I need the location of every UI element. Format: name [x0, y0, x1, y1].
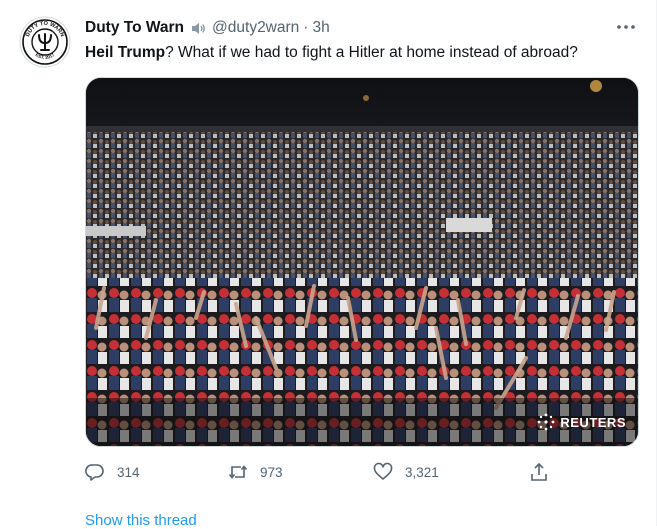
more-options-icon[interactable]: [614, 17, 638, 37]
show-thread-link[interactable]: Show this thread: [85, 512, 197, 529]
tweet-actions: 314 973 3,321: [85, 462, 639, 486]
retweet-icon: [228, 465, 248, 479]
tweet-header: Duty To Warn @duty2warn · 3h: [85, 17, 330, 39]
user-handle[interactable]: @duty2warn: [212, 19, 299, 37]
tweet-text: Heil Trump? What if we had to fight a Hi…: [85, 42, 578, 64]
tweet-text-rest: ? What if we had to fight a Hitler at ho…: [165, 44, 578, 61]
rally-crowd-photo: [86, 78, 638, 446]
separator-dot: ·: [303, 19, 309, 36]
display-name[interactable]: Duty To Warn: [85, 19, 184, 37]
duty-to-warn-logo-icon: DUTY TO WARN EST. 2017: [19, 16, 71, 68]
like-count: 3,321: [405, 464, 439, 480]
retweet-count: 973: [260, 464, 283, 480]
reply-button[interactable]: 314: [85, 462, 140, 482]
retweet-button[interactable]: 973: [228, 462, 283, 482]
share-button[interactable]: [529, 462, 561, 482]
tweet-text-bold: Heil Trump: [85, 44, 166, 61]
reply-icon: [85, 464, 104, 481]
avatar[interactable]: DUTY TO WARN EST. 2017: [19, 16, 71, 68]
like-button[interactable]: 3,321: [373, 462, 439, 482]
share-icon: [531, 462, 547, 481]
reuters-watermark: REUTERS: [536, 412, 626, 432]
reuters-logo-icon: [537, 413, 555, 431]
watermark-text: REUTERS: [560, 414, 626, 430]
timestamp[interactable]: 3h: [312, 19, 329, 37]
tweet-card[interactable]: DUTY TO WARN EST. 2017 Duty To Warn @dut…: [0, 0, 657, 529]
reply-count: 314: [117, 464, 140, 480]
tweet-photo[interactable]: REUTERS: [85, 77, 639, 447]
heart-icon: [373, 462, 393, 480]
speaker-icon: [190, 20, 207, 37]
